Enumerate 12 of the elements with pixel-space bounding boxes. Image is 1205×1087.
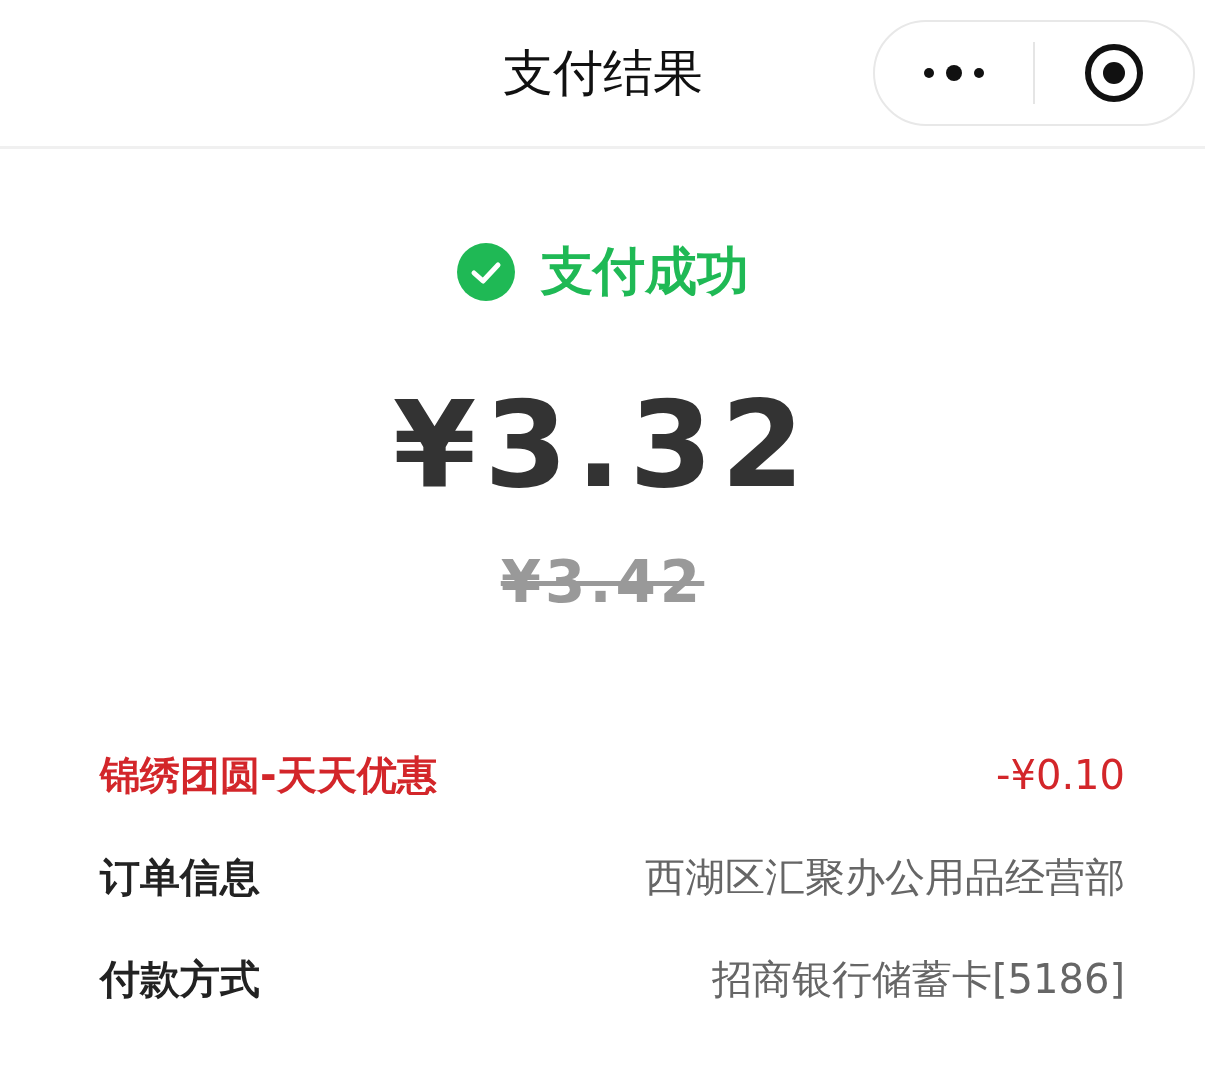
detail-label: 锦绣团圆-天天优惠: [100, 751, 437, 799]
detail-label: 订单信息: [100, 853, 260, 901]
detail-value: 招商银行储蓄卡[5186]: [712, 955, 1125, 1003]
original-amount: ¥3.42: [499, 553, 706, 611]
page-title: 支付结果: [502, 42, 703, 104]
status-text: 支付成功: [540, 240, 749, 303]
target-icon: [1083, 42, 1145, 104]
detail-label: 付款方式: [100, 955, 260, 1003]
detail-value: -¥0.10: [996, 751, 1125, 799]
paid-amount: ¥3.32: [391, 385, 814, 505]
detail-value: 西湖区汇聚办公用品经营部: [645, 853, 1125, 901]
more-icon: [921, 64, 987, 82]
